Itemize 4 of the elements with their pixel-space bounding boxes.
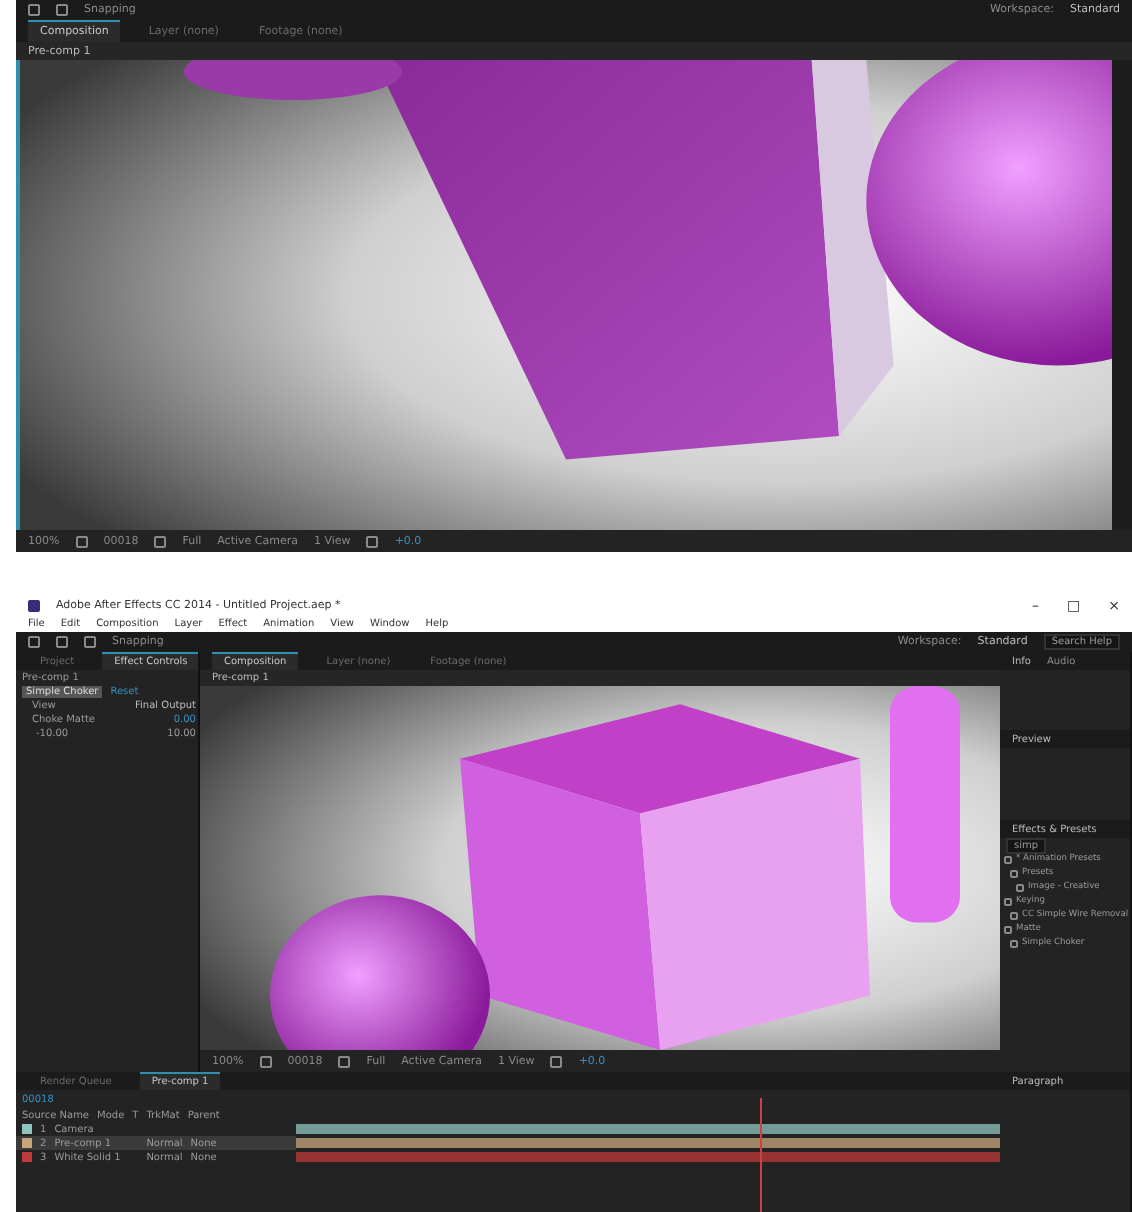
label-color-swatch[interactable] bbox=[22, 1138, 32, 1148]
label-color-swatch[interactable] bbox=[22, 1124, 32, 1134]
app-icon bbox=[28, 600, 40, 612]
label-color-swatch[interactable] bbox=[22, 1152, 32, 1162]
